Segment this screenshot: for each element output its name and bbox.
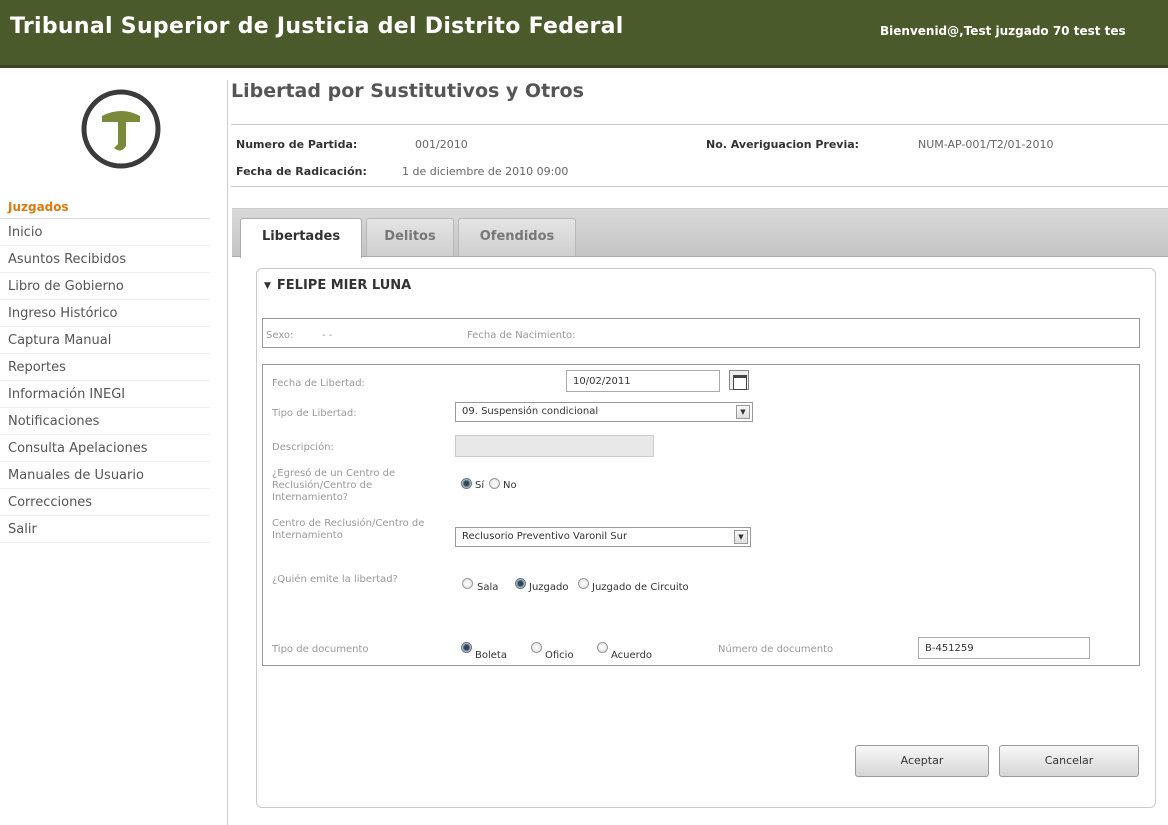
sidebar-item-informacion-inegi[interactable]: Información INEGI [0, 381, 210, 408]
sidebar-item-ingreso-historico[interactable]: Ingreso Histórico [0, 300, 210, 327]
egreso-si-radio[interactable] [461, 478, 472, 489]
person-header-toggle[interactable]: ▼ FELIPE MIER LUNA [264, 278, 411, 293]
calendar-icon[interactable] [729, 370, 749, 390]
averiguacion-value: NUM-AP-001/T2/01-2010 [918, 138, 1054, 151]
nacimiento-label: Fecha de Nacimiento: [467, 330, 576, 341]
sidebar-item-notificaciones[interactable]: Notificaciones [0, 408, 210, 435]
quien-juzgado-radio[interactable] [515, 578, 526, 589]
numero-documento-label: Número de documento [718, 644, 834, 655]
aceptar-button[interactable]: Aceptar [855, 745, 989, 777]
sidebar-item-correcciones[interactable]: Correcciones [0, 489, 210, 516]
sidebar-item-reportes[interactable]: Reportes [0, 354, 210, 381]
tipo-doc-acuerdo-label: Acuerdo [611, 650, 653, 661]
sidebar-nav: Juzgados Inicio Asuntos Recibidos Libro … [0, 198, 210, 543]
sidebar-divider [227, 80, 228, 825]
sidebar-item-asuntos-recibidos[interactable]: Asuntos Recibidos [0, 246, 210, 273]
fecha-libertad-label: Fecha de Libertad: [272, 378, 365, 389]
tipo-documento-label: Tipo de documento [272, 644, 369, 655]
tipo-libertad-label: Tipo de Libertad: [272, 408, 357, 419]
welcome-text: Bienvenid@,Test juzgado 70 test tes [880, 24, 1126, 38]
title-divider [231, 124, 1168, 125]
quien-sala-radio[interactable] [462, 578, 473, 589]
sidebar-item-consulta-apelaciones[interactable]: Consulta Apelaciones [0, 435, 210, 462]
sidebar-item-captura-manual[interactable]: Captura Manual [0, 327, 210, 354]
quien-juzgado-circuito-radio[interactable] [578, 578, 589, 589]
sidebar-item-salir[interactable]: Salir [0, 516, 210, 543]
descripcion-label: Descripción: [272, 442, 334, 453]
egreso-no-radio[interactable] [489, 478, 500, 489]
tipo-libertad-select[interactable]: 09. Suspensión condicional ▼ [455, 402, 753, 422]
numero-partida-value: 001/2010 [415, 138, 468, 151]
app-title: Tribunal Superior de Justicia del Distri… [10, 14, 624, 39]
tipo-doc-oficio-label: Oficio [545, 650, 574, 661]
quien-juzgado-circuito-label: Juzgado de Circuito [592, 582, 689, 593]
quien-juzgado-label: Juzgado [529, 582, 569, 593]
tab-delitos[interactable]: Delitos [366, 218, 454, 256]
centro-label: Centro de Reclusión/Centro de Internamie… [272, 518, 425, 541]
tipo-doc-boleta-radio[interactable] [461, 642, 472, 653]
fecha-radicacion-label: Fecha de Radicación: [236, 165, 367, 178]
chevron-down-icon: ▼ [736, 405, 750, 419]
averiguacion-label: No. Averiguacion Previa: [706, 138, 860, 151]
quien-label: ¿Quién emite la libertad? [272, 574, 398, 585]
chevron-down-icon: ▼ [734, 530, 748, 544]
sexo-label: Sexo: [266, 330, 294, 341]
sidebar-item-libro-de-gobierno[interactable]: Libro de Gobierno [0, 273, 210, 300]
numero-documento-input[interactable] [918, 637, 1090, 659]
page-title: Libertad por Sustitutivos y Otros [231, 80, 584, 102]
numero-partida-label: Numero de Partida: [236, 138, 358, 151]
collapse-arrow-icon: ▼ [264, 281, 271, 291]
app-header: Tribunal Superior de Justicia del Distri… [0, 0, 1168, 68]
tab-ofendidos[interactable]: Ofendidos [458, 218, 576, 256]
descripcion-input[interactable] [455, 435, 654, 457]
quien-sala-label: Sala [477, 582, 499, 593]
person-name: FELIPE MIER LUNA [276, 278, 412, 293]
tipo-libertad-selected: 09. Suspensión condicional [462, 406, 599, 417]
cancelar-button[interactable]: Cancelar [999, 745, 1139, 777]
centro-select[interactable]: Reclusorio Preventivo Varonil Sur ▼ [455, 527, 751, 547]
person-info-box [262, 318, 1140, 348]
header-divider [231, 186, 1168, 187]
tipo-doc-boleta-label: Boleta [475, 650, 507, 661]
sidebar-item-manuales-de-usuario[interactable]: Manuales de Usuario [0, 462, 210, 489]
egreso-label: ¿Egresó de un Centro de Reclusión/Centro… [272, 468, 396, 503]
tab-libertades[interactable]: Libertades [240, 218, 362, 258]
centro-selected: Reclusorio Preventivo Varonil Sur [462, 531, 628, 542]
fecha-libertad-input[interactable] [566, 370, 720, 392]
sexo-value: - - [322, 330, 333, 341]
tipo-doc-acuerdo-radio[interactable] [597, 642, 608, 653]
tipo-doc-oficio-radio[interactable] [531, 642, 542, 653]
egreso-si-label: Sí [475, 480, 485, 491]
sidebar-section-juzgados: Juzgados [0, 198, 210, 219]
fecha-radicacion-value: 1 de diciembre de 2010 09:00 [402, 165, 569, 178]
egreso-no-label: No [503, 480, 517, 491]
tsjdf-logo [81, 89, 161, 169]
sidebar-item-inicio[interactable]: Inicio [0, 219, 210, 246]
